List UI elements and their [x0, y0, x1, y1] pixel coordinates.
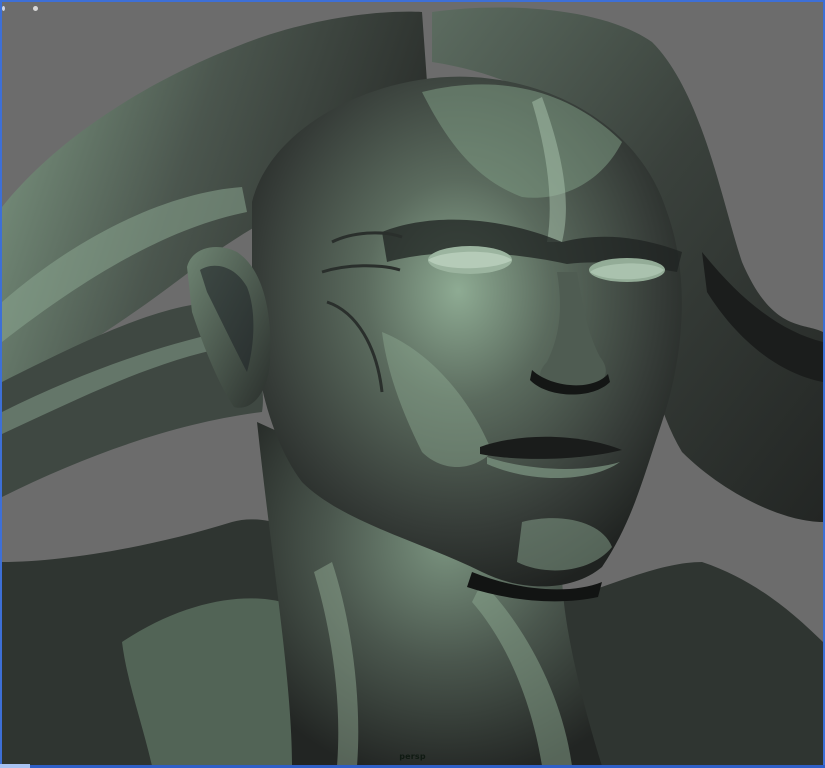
camera-label: persp [399, 752, 426, 761]
viewport-marker-icon [2, 6, 5, 11]
sculpt-render[interactable] [2, 2, 823, 766]
dot-icon [33, 6, 38, 11]
bottom-tab-handle[interactable] [0, 764, 30, 768]
maya-viewport-persp[interactable]: persp [0, 0, 825, 768]
